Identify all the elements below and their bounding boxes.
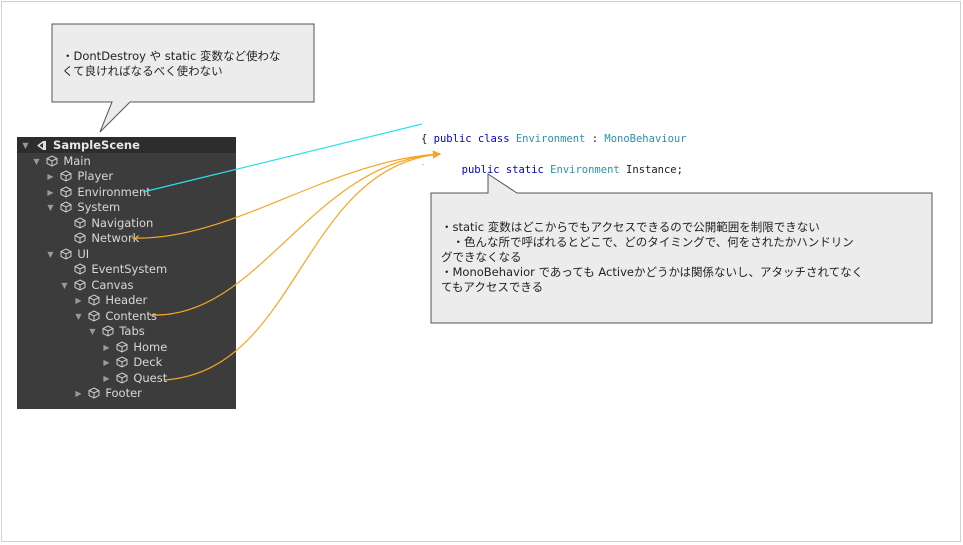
fold-arrow-icon[interactable]: ▶ — [73, 386, 84, 401]
code-identifier: Instance; — [626, 164, 683, 176]
fold-arrow-icon[interactable]: ▼ — [31, 154, 42, 169]
item-label: Contents — [105, 309, 158, 323]
gameobject-cube-icon — [60, 185, 74, 200]
fold-arrow-icon[interactable]: ▼ — [59, 278, 70, 293]
gameobject-cube-icon — [88, 386, 102, 401]
gameobject-cube-icon — [60, 200, 74, 215]
fold-arrow-icon[interactable]: ▶ — [45, 185, 56, 200]
item-label: Canvas — [91, 278, 134, 292]
gameobject-cube-icon — [60, 247, 74, 262]
hierarchy-item[interactable]: ▼ Contents — [73, 309, 157, 324]
fold-arrow-icon[interactable]: ▶ — [73, 293, 84, 308]
hierarchy-item[interactable]: ▼ Tabs — [87, 324, 145, 339]
hierarchy-item[interactable]: ▼ UI — [45, 247, 89, 262]
hierarchy-panel: ▼ SampleScene ▼ Main ▶ Player ▶ Environm… — [17, 137, 236, 409]
item-label: Deck — [133, 355, 163, 369]
item-label: Player — [77, 169, 114, 183]
item-label: Quest — [133, 371, 168, 385]
fold-arrow-icon[interactable]: ▼ — [73, 309, 84, 324]
code-type: Environment — [550, 164, 620, 176]
gameobject-cube-icon — [46, 154, 60, 169]
unity-scene-icon — [35, 138, 49, 153]
fold-arrow-icon[interactable]: ▶ — [101, 340, 112, 355]
item-label: Environment — [77, 185, 151, 199]
hierarchy-item[interactable]: ▶ Deck — [101, 355, 162, 370]
code-keyword: public class — [433, 133, 510, 145]
hierarchy-item[interactable]: ▶ Home — [101, 340, 167, 355]
fold-arrow-icon[interactable]: ▶ — [101, 371, 112, 386]
fold-arrow-icon[interactable]: ▼ — [87, 324, 98, 339]
callout-bottom-text: ・static 変数はどこからでもアクセスできるので公開範囲を制限できない ・色… — [441, 220, 864, 294]
code-line-1: public class Environment : MonoBehaviour — [421, 117, 687, 147]
item-label: Network — [91, 231, 140, 245]
code-separator: : — [591, 133, 599, 145]
callout-top-text: ・DontDestroy や static 変数など使わな くて良ければなるべく… — [62, 49, 281, 78]
gameobject-cube-icon — [74, 262, 88, 277]
gameobject-cube-icon — [116, 371, 130, 386]
fold-arrow-icon[interactable]: ▶ — [45, 169, 56, 184]
hierarchy-item[interactable]: ▶ Player — [45, 169, 113, 184]
item-label: EventSystem — [91, 262, 168, 276]
hierarchy-item[interactable]: ▼ Canvas — [59, 278, 134, 293]
item-label: Footer — [105, 386, 142, 400]
gameobject-cube-icon — [116, 355, 130, 370]
hierarchy-item[interactable]: ▶ Header — [73, 293, 147, 308]
fold-arrow-icon[interactable]: ▼ — [20, 138, 31, 153]
hierarchy-item[interactable]: ▶ Environment — [45, 185, 151, 200]
code-line-3: public static Environment Instance; — [449, 148, 683, 178]
item-label: Navigation — [91, 216, 154, 230]
item-label: Header — [105, 293, 148, 307]
code-keyword: public static — [461, 164, 544, 176]
item-label: Main — [63, 154, 91, 168]
fold-arrow-icon[interactable]: ▶ — [101, 355, 112, 370]
gameobject-cube-icon — [88, 309, 102, 324]
item-label: UI — [77, 247, 90, 261]
item-label: Tabs — [119, 324, 145, 338]
hierarchy-scene-row[interactable]: ▼ SampleScene — [20, 138, 140, 153]
code-type: Environment — [515, 133, 586, 145]
hierarchy-item[interactable]: ▶ Footer — [73, 386, 142, 401]
hierarchy-item[interactable]: ▶ Quest — [101, 371, 167, 386]
gameobject-cube-icon — [74, 231, 88, 246]
gameobject-cube-icon — [116, 340, 130, 355]
gameobject-cube-icon — [102, 324, 116, 339]
scene-label: SampleScene — [53, 138, 140, 152]
hierarchy-item[interactable]: Network — [59, 231, 139, 246]
code-base-type: MonoBehaviour — [604, 133, 687, 145]
item-label: System — [77, 200, 121, 214]
hierarchy-item[interactable]: ▼ System — [45, 200, 120, 215]
gameobject-cube-icon — [74, 278, 88, 293]
code-line-2: { — [421, 133, 428, 145]
fold-arrow-icon[interactable]: ▼ — [45, 200, 56, 215]
gameobject-cube-icon — [74, 216, 88, 231]
hierarchy-item[interactable]: ▼ Main — [31, 154, 91, 169]
gameobject-cube-icon — [88, 293, 102, 308]
item-label: Home — [133, 340, 168, 354]
fold-arrow-icon[interactable]: ▼ — [45, 247, 56, 262]
hierarchy-item[interactable]: Navigation — [59, 216, 153, 231]
gameobject-cube-icon — [60, 169, 74, 184]
hierarchy-item[interactable]: EventSystem — [59, 262, 167, 277]
